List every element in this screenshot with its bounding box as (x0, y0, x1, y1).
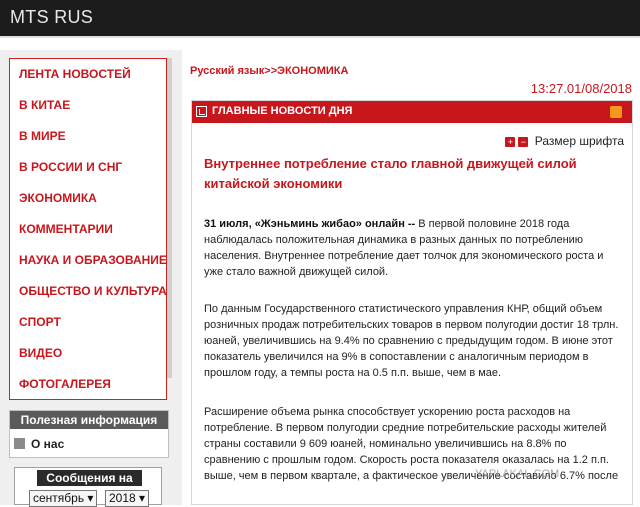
font-decrease-button[interactable]: − (518, 137, 529, 147)
font-size-label: Размер шрифта (534, 134, 624, 148)
watermark: YAPLAKAL.COM (475, 468, 560, 480)
left-sidebar: ЛЕНТА НОВОСТЕЙ В КИТАЕ В МИРЕ В РОССИИ И… (0, 50, 182, 507)
article-paragraph-2: По данным Государственного статистическо… (204, 303, 619, 379)
nav-item-china[interactable]: В КИТАЕ (19, 98, 70, 118)
expand-icon (196, 106, 207, 117)
nav-item-comments[interactable]: КОММЕНТАРИИ (19, 222, 113, 242)
nav-item-sport[interactable]: СПОРТ (19, 315, 61, 335)
nav-item-photo[interactable]: ФОТОГАЛЕРЕЯ (19, 377, 111, 397)
news-panel: ГЛАВНЫЕ НОВОСТИ ДНЯ + − Размер шрифта Вну… (191, 100, 633, 505)
about-label: О нас (31, 437, 65, 451)
article-headline: Внутреннее потребление стало главной дви… (204, 156, 577, 191)
font-increase-button[interactable]: + (505, 137, 516, 147)
divider (0, 36, 640, 38)
top-app-bar: MTS RUS (0, 0, 640, 36)
nav-scrollbar[interactable] (167, 58, 172, 378)
useful-info-box: Полезная информация О нас (9, 410, 169, 458)
nav-item-world[interactable]: В МИРЕ (19, 129, 66, 149)
year-select[interactable]: 2018 ▾ (105, 490, 150, 507)
article-lead-source: 31 июля, «Жэньминь жибао» онлайн -- (204, 218, 416, 230)
nav-item-economy[interactable]: ЭКОНОМИКА (19, 191, 97, 211)
about-icon (14, 438, 25, 449)
app-title: MTS RUS (10, 7, 94, 27)
panel-header: ГЛАВНЫЕ НОВОСТИ ДНЯ (192, 101, 632, 123)
useful-info-header: Полезная информация (10, 411, 168, 429)
nav-item-society[interactable]: ОБЩЕСТВО И КУЛЬТУРА (19, 284, 167, 304)
about-link[interactable]: О нас (14, 434, 64, 454)
nav-menu: ЛЕНТА НОВОСТЕЙ В КИТАЕ В МИРЕ В РОССИИ И… (9, 58, 167, 400)
messages-header: Сообщения на (37, 470, 142, 486)
font-size-control: + − Размер шрифта (505, 134, 624, 150)
top-spacer (0, 36, 640, 50)
panel-title: ГЛАВНЫЕ НОВОСТИ ДНЯ (212, 105, 353, 117)
messages-archive: Сообщения на сентябрь ▾ 2018 ▾ (14, 467, 162, 507)
breadcrumb[interactable]: Русский язык>>ЭКОНОМИКА (190, 65, 348, 77)
nav-item-video[interactable]: ВИДЕО (19, 346, 62, 366)
nav-item-russia-cis[interactable]: В РОССИИ И СНГ (19, 160, 122, 180)
month-select[interactable]: сентябрь ▾ (29, 490, 98, 507)
article-lead: 31 июля, «Жэньминь жибао» онлайн -- В пе… (204, 216, 624, 280)
nav-item-science[interactable]: НАУКА И ОБРАЗОВАНИЕ (19, 253, 167, 273)
rss-icon[interactable] (610, 106, 622, 118)
main-content: Русский язык>>ЭКОНОМИКА 13:27.01/08/2018… (182, 50, 640, 505)
article-paragraph-3: Расширение объема рынка способствует уск… (204, 406, 619, 482)
nav-item-news-feed[interactable]: ЛЕНТА НОВОСТЕЙ (19, 67, 131, 87)
publish-datetime: 13:27.01/08/2018 (530, 81, 632, 96)
